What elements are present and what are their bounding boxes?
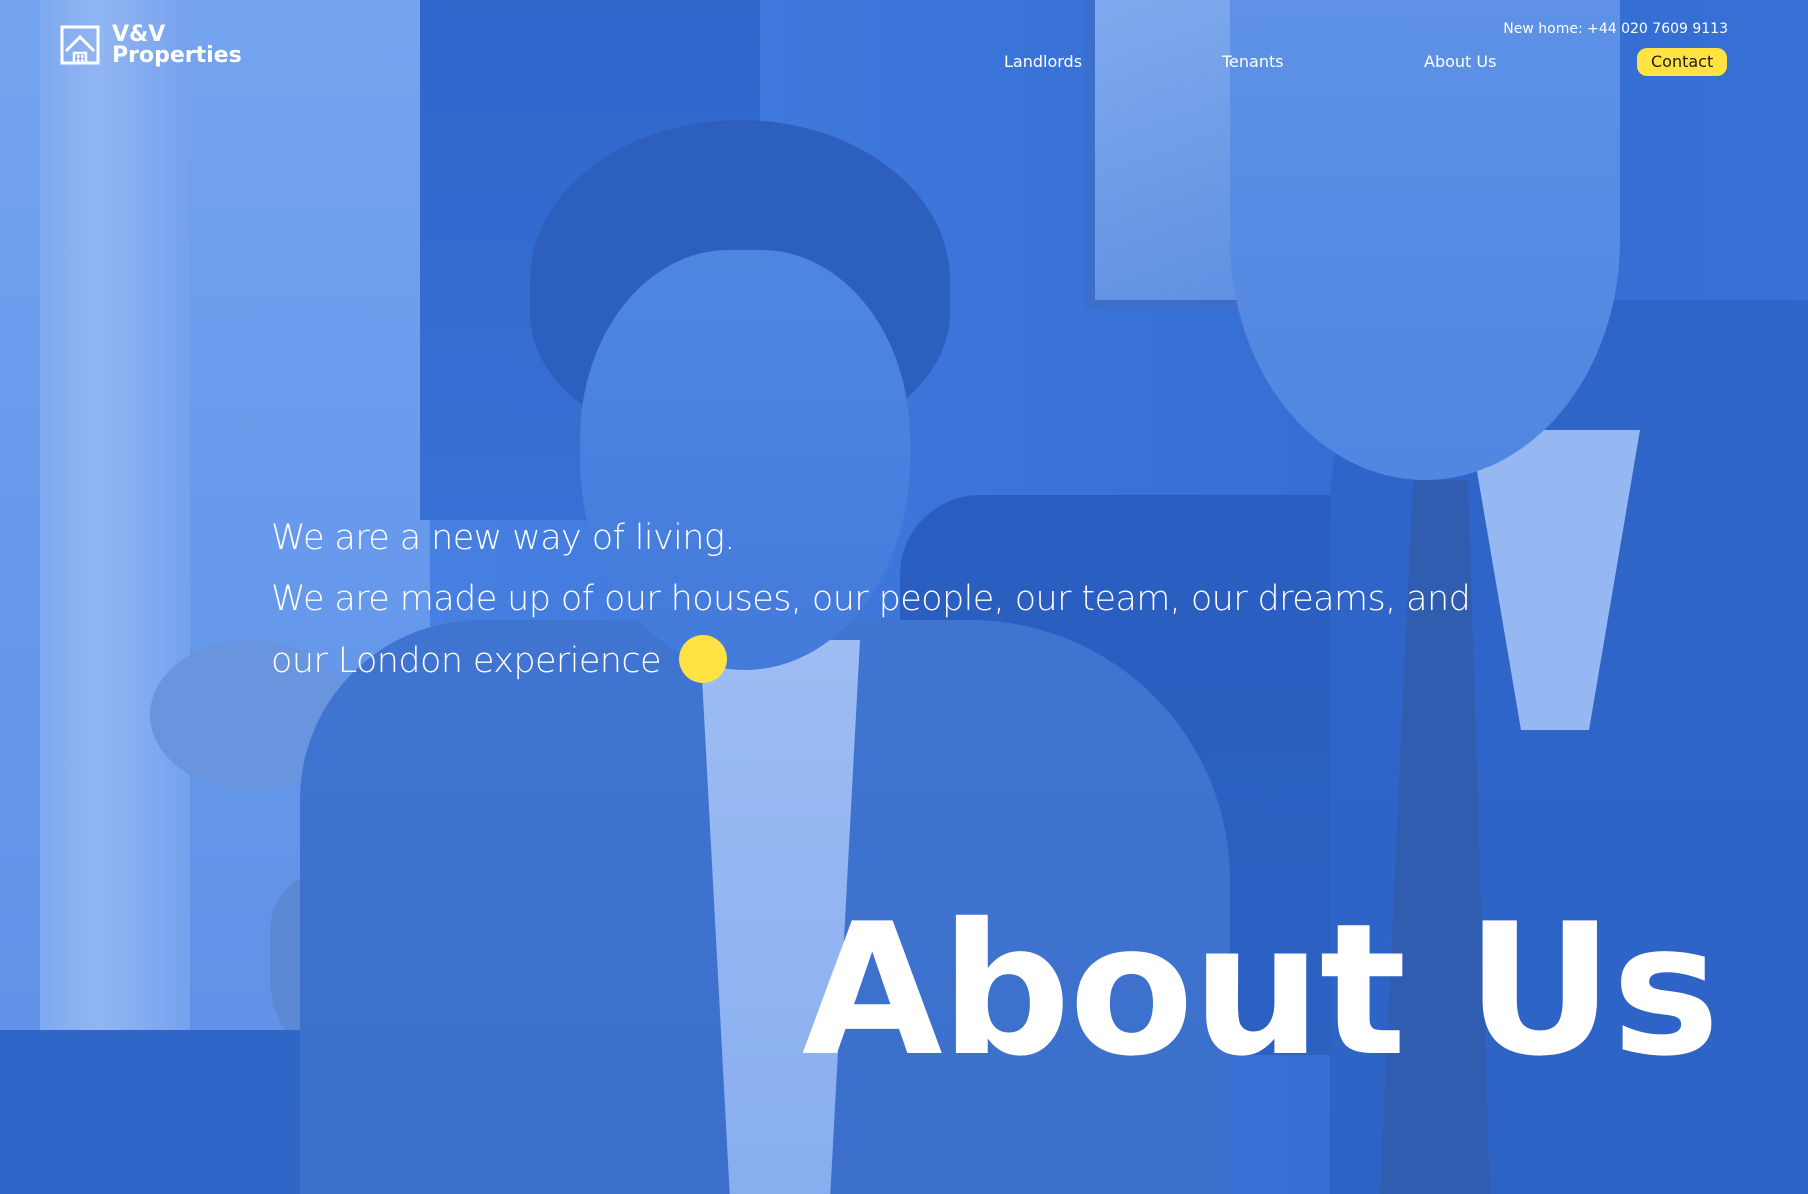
main-nav: Landlords Tenants About Us Contact xyxy=(0,48,1808,78)
hero-intro: We are a new way of living. We are made … xyxy=(271,510,1521,692)
nav-link-landlords[interactable]: Landlords xyxy=(1004,50,1082,74)
hero-section: V&V Properties New home: +44 020 7609 91… xyxy=(0,0,1808,1194)
nav-link-tenants[interactable]: Tenants xyxy=(1222,50,1284,74)
header-phone-number: New home: +44 020 7609 9113 xyxy=(1503,21,1728,37)
page-title: About Us xyxy=(801,884,1720,1096)
intro-line-2: We are made up of our houses, our people… xyxy=(271,568,1521,692)
brand-name-line1: V&V xyxy=(112,22,166,47)
intro-line-1: We are a new way of living. xyxy=(271,518,735,558)
intro-line-2-text: We are made up of our houses, our people… xyxy=(271,579,1471,681)
nav-link-about-us[interactable]: About Us xyxy=(1424,50,1496,74)
contact-button[interactable]: Contact xyxy=(1637,48,1728,76)
yellow-dot-icon xyxy=(678,635,727,683)
